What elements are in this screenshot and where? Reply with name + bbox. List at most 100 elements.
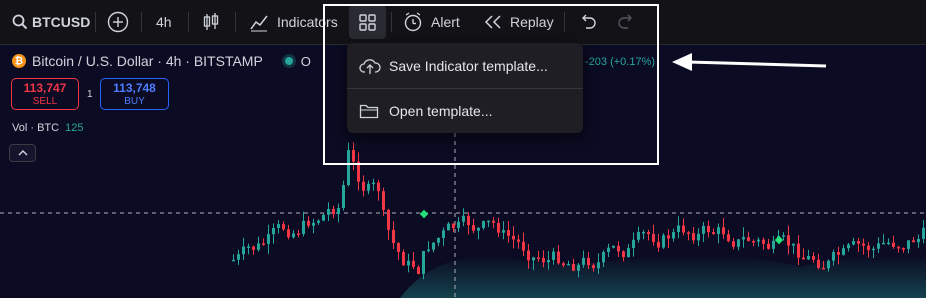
- candle-body: [447, 223, 450, 231]
- candle-body: [832, 252, 835, 261]
- candle-body: [427, 249, 430, 252]
- candle-body: [692, 233, 695, 241]
- candle-body: [612, 245, 615, 248]
- candle-body: [497, 222, 500, 233]
- candle-body: [812, 256, 815, 260]
- volume-label: Vol · BTC: [12, 122, 60, 134]
- candle-body: [772, 240, 775, 249]
- indicators-icon: [250, 15, 268, 32]
- candle-body: [282, 224, 285, 230]
- candle-body: [657, 241, 660, 248]
- candle-body: [377, 182, 380, 192]
- candle-body: [462, 215, 465, 222]
- candle-body: [232, 259, 235, 262]
- candle-body: [752, 240, 755, 243]
- candle-body: [557, 251, 560, 264]
- sell-button[interactable]: 113,747 SELL: [11, 78, 79, 110]
- candle-body: [802, 257, 805, 260]
- candle-body: [837, 252, 840, 255]
- candle-body: [432, 242, 435, 250]
- candle-body: [252, 246, 255, 250]
- candle-body: [792, 243, 795, 246]
- candle-body: [767, 243, 770, 249]
- candle-body: [482, 221, 485, 228]
- symbol-title[interactable]: Bitcoin / U.S. Dollar · 4h · BITSTAMP: [32, 53, 263, 69]
- candle-body: [417, 266, 420, 274]
- candle-body: [307, 220, 310, 226]
- candle-body: [732, 241, 735, 247]
- candle-body: [517, 239, 520, 242]
- candle-body: [852, 241, 855, 245]
- candle-body: [677, 225, 680, 233]
- candle-body: [442, 230, 445, 239]
- candle-body: [857, 241, 860, 244]
- candle-body: [652, 234, 655, 242]
- candle-body: [762, 239, 765, 244]
- candle-body: [487, 220, 490, 223]
- candle-body: [422, 251, 425, 274]
- candle-body: [687, 232, 690, 234]
- candle-body: [912, 240, 915, 243]
- arrow-icon: [672, 53, 827, 71]
- candle-body: [532, 257, 535, 261]
- candle-body: [807, 256, 810, 260]
- sell-price: 113,747: [23, 81, 67, 95]
- candle-body: [312, 222, 315, 226]
- candle-body: [722, 227, 725, 235]
- candle-body: [682, 225, 685, 233]
- candle-body: [697, 233, 700, 241]
- candle-body: [637, 232, 640, 240]
- signal-marker: [774, 235, 784, 245]
- symbol-search[interactable]: BTCUSD: [12, 0, 90, 44]
- candle-body: [372, 182, 375, 185]
- buy-label: BUY: [124, 96, 145, 107]
- candle-body: [472, 225, 475, 231]
- candle-body: [567, 263, 570, 266]
- candle-body: [717, 227, 720, 235]
- add-symbol-button[interactable]: [107, 0, 129, 44]
- candle-body: [797, 243, 800, 258]
- chart-legend: ₿ Bitcoin / U.S. Dollar · 4h · BITSTAMP …: [12, 53, 311, 69]
- candle-body: [492, 220, 495, 223]
- volume-legend[interactable]: Vol · BTC 125: [12, 122, 83, 134]
- candle-body: [342, 185, 345, 209]
- candle-body: [522, 241, 525, 251]
- candle-body: [397, 243, 400, 252]
- volume-value: 125: [65, 122, 84, 134]
- volume-glow: [400, 254, 926, 298]
- candle-body: [337, 208, 340, 215]
- candle-body: [237, 254, 240, 260]
- candle-body: [672, 232, 675, 239]
- candle-body: [527, 250, 530, 261]
- candle-body: [862, 243, 865, 246]
- candle-body: [897, 246, 900, 249]
- candle-body: [402, 251, 405, 266]
- collapse-legend-button[interactable]: [9, 144, 36, 162]
- candle-body: [317, 220, 320, 223]
- sell-label: SELL: [32, 96, 58, 107]
- candle-body: [747, 237, 750, 241]
- candle-body: [642, 232, 645, 234]
- candle-body: [582, 257, 585, 265]
- interval-button[interactable]: 4h: [156, 0, 172, 44]
- symbol-name: BTCUSD: [32, 14, 91, 30]
- candle-body: [512, 235, 515, 240]
- candle-body: [712, 232, 715, 235]
- candle-body: [452, 223, 455, 229]
- candle-body: [577, 264, 580, 271]
- market-status-icon[interactable]: [284, 57, 293, 65]
- candle-body: [617, 245, 620, 252]
- candle-body: [387, 209, 390, 230]
- chart-type-button[interactable]: [202, 0, 220, 44]
- search-icon: [12, 14, 28, 30]
- candle-body: [882, 242, 885, 245]
- candle-body: [287, 229, 290, 238]
- candle-body: [362, 181, 365, 191]
- candle-body: [467, 215, 470, 226]
- candle-body: [262, 243, 265, 245]
- bitcoin-icon: ₿: [12, 54, 26, 68]
- candle-body: [457, 221, 460, 229]
- candle-body: [822, 267, 825, 270]
- divider: [141, 12, 142, 32]
- buy-button[interactable]: 113,748 BUY: [100, 78, 169, 110]
